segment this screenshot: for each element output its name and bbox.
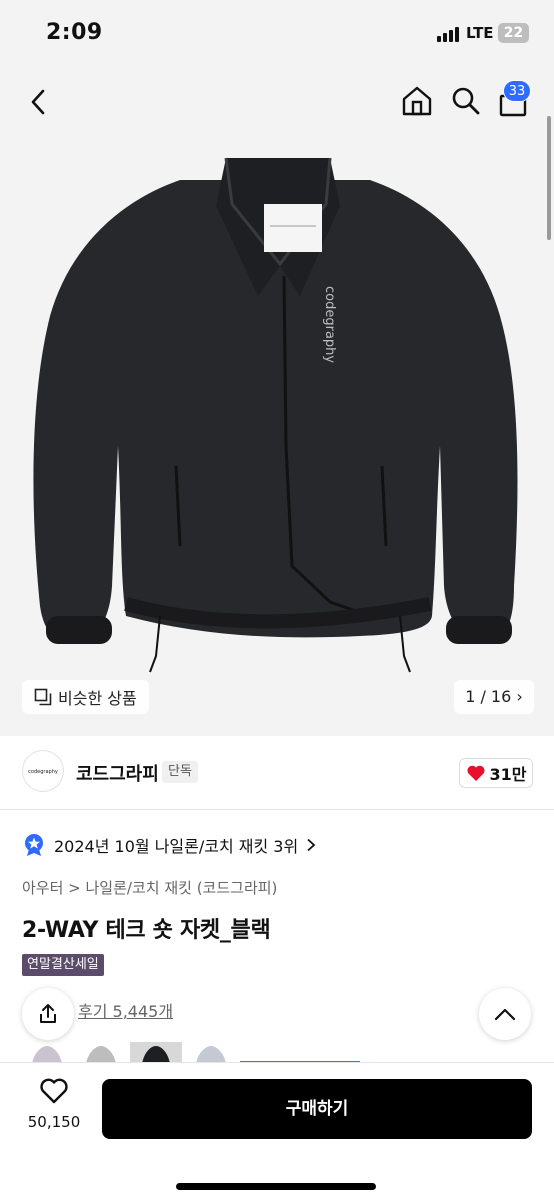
status-bar: 2:09 LTE 22 [0, 0, 554, 66]
similar-icon [34, 688, 52, 706]
home-indicator[interactable] [176, 1183, 376, 1190]
product-image: codegraphy [33, 157, 518, 673]
ranking-text: 2024년 10월 나일론/코치 재킷 3위 [54, 837, 299, 856]
brand-row: codegraphy 코드그라피 단독 31만 [0, 736, 554, 810]
search-icon[interactable] [449, 84, 481, 116]
heart-outline-icon [40, 1078, 68, 1104]
brand-like-button[interactable]: 31만 [459, 758, 533, 788]
cart-count-badge: 33 [503, 80, 531, 102]
product-detail-page: 2:09 LTE 22 33 codegraphy 비슷한 상품 1 / 16 … [0, 0, 554, 1200]
color-thumbnail[interactable] [22, 1042, 72, 1064]
bottom-action-bar: 50,150 구매하기 [0, 1062, 554, 1200]
wishlist-count: 50,150 [27, 1113, 81, 1131]
network-label: LTE [466, 24, 494, 42]
color-thumbnail[interactable] [76, 1042, 126, 1064]
ranking-medal-icon [25, 834, 43, 856]
product-image-text: codegraphy [322, 286, 337, 363]
status-time: 2:09 [46, 20, 103, 45]
brand-like-count: 31만 [489, 765, 527, 784]
similar-products-button[interactable]: 비슷한 상품 [22, 680, 149, 714]
color-thumbnail[interactable] [186, 1042, 236, 1064]
scroll-top-button[interactable] [479, 988, 531, 1040]
share-icon [40, 1004, 56, 1023]
chevron-right-icon: › [516, 687, 523, 706]
chevron-right-icon [307, 838, 316, 852]
battery-icon: 22 [498, 23, 529, 43]
ranking-link[interactable]: 2024년 10월 나일론/코치 재킷 3위 [24, 830, 316, 860]
back-icon[interactable] [24, 86, 56, 118]
breadcrumb[interactable]: 아우터 > 나일론/코치 재킷 (코드그라피) [22, 877, 277, 898]
sale-badge: 연말결산세일 [22, 954, 104, 976]
home-icon[interactable] [400, 84, 434, 118]
wishlist-button[interactable]: 50,150 [18, 1077, 90, 1157]
product-title: 2-WAY 테크 숏 자켓_블랙 [22, 918, 271, 943]
heart-filled-icon [466, 765, 485, 781]
brand-name[interactable]: 코드그라피 [76, 760, 159, 786]
image-counter-text: 1 / 16 [465, 687, 512, 706]
image-counter[interactable]: 1 / 16 › [454, 680, 534, 714]
color-thumbnail-selected[interactable] [130, 1042, 182, 1064]
product-image-gallery[interactable]: 33 codegraphy 비슷한 상품 1 / 16 › [0, 66, 554, 736]
share-button[interactable] [22, 988, 74, 1040]
signal-icon [437, 26, 461, 42]
exclusive-badge: 단독 [162, 761, 198, 783]
similar-label: 비슷한 상품 [58, 689, 137, 708]
reviews-link[interactable]: 후기 5,445개 [78, 998, 173, 1022]
brand-logo[interactable]: codegraphy [22, 750, 64, 792]
buy-button[interactable]: 구매하기 [102, 1079, 532, 1139]
chevron-up-icon [494, 1008, 516, 1021]
